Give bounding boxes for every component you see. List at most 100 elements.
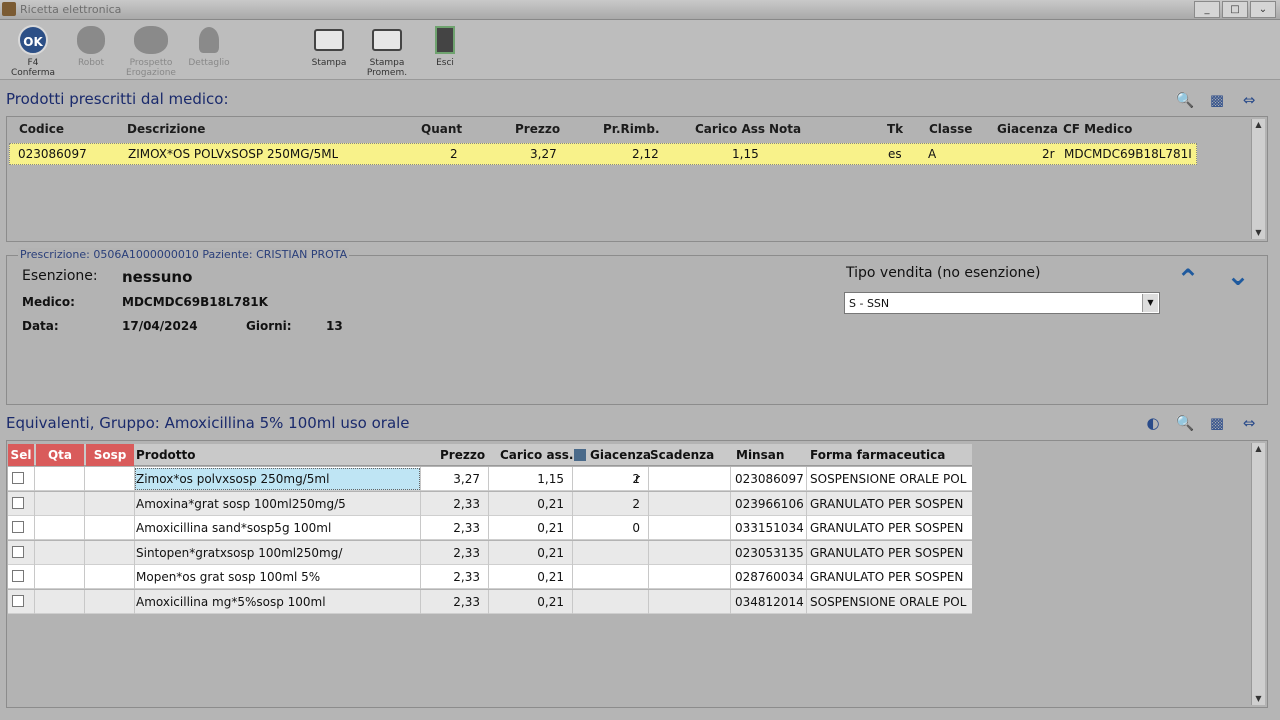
cell-divider: [572, 516, 573, 540]
col-codice[interactable]: Codice: [19, 122, 64, 136]
select-checkbox[interactable]: [12, 472, 24, 484]
cell-divider: [420, 589, 421, 614]
dettaglio-button[interactable]: Dettaglio: [182, 24, 236, 78]
equivalents-header: Sel Qta Sosp Prodotto Prezzo Carico ass.…: [8, 444, 972, 466]
cell-pr-rimb: 2,12: [632, 147, 659, 161]
cell-divider: [134, 565, 135, 589]
cell-divider: [488, 589, 489, 614]
cell-giacenza: 2r: [1042, 147, 1055, 161]
select-checkbox[interactable]: [12, 521, 24, 533]
table-icon: [574, 449, 586, 461]
select-checkbox[interactable]: [12, 496, 24, 509]
equivalent-row[interactable]: Zimox*os polvxsosp 250mg/5ml 3,27 1,15 2 r 02…: [8, 467, 972, 491]
cell-prezzo: 2,33: [453, 545, 480, 560]
scroll-down-icon[interactable]: ▼: [1252, 227, 1265, 239]
dropdown-arrow-icon[interactable]: ▼: [1142, 294, 1158, 312]
cell-prodotto: Amoxina*grat sosp 100ml250mg/5: [136, 496, 346, 511]
dettaglio-label: Dettaglio: [188, 58, 230, 68]
prescribed-row[interactable]: 023086097 ZIMOX*OS POLVxSOSP 250MG/5ML 2…: [9, 143, 1197, 165]
esenzione-value: nessuno: [122, 268, 193, 286]
col-prodotto[interactable]: Prodotto: [136, 448, 196, 462]
equivalent-row[interactable]: Amoxicillina mg*5%sosp 100ml 2,33 0,21 0348…: [8, 589, 972, 614]
export-icon[interactable]: ▩: [1206, 412, 1228, 434]
robot-button[interactable]: Robot: [64, 24, 118, 78]
col-forma[interactable]: Forma farmaceutica: [810, 448, 945, 462]
move-up-icon[interactable]: ⌃: [1168, 260, 1208, 300]
move-down-icon[interactable]: ⌄: [1218, 256, 1258, 296]
cell-divider: [648, 516, 649, 540]
col-minsan[interactable]: Minsan: [736, 448, 784, 462]
pill-icon[interactable]: ◐: [1142, 412, 1164, 434]
stampa-button[interactable]: Stampa: [302, 24, 356, 78]
cell-carico-ass: 0,21: [537, 570, 564, 584]
equivalent-row[interactable]: Sintopen*gratxsosp 100ml250mg/2,33 0,21 02…: [8, 540, 972, 565]
cell-divider: [730, 565, 731, 589]
cell-divider: [648, 467, 649, 491]
col-prezzo[interactable]: Prezzo: [515, 122, 560, 136]
col-carico-ass[interactable]: Carico ass.: [500, 448, 573, 462]
col-carico-ass[interactable]: Carico Ass: [695, 122, 765, 136]
equivalent-row[interactable]: Mopen*os grat sosp 100ml 5% 2,33 0,21 02876…: [8, 565, 972, 589]
prescribed-scrollbar[interactable]: ▲ ▼: [1251, 119, 1265, 239]
cell-divider: [648, 540, 649, 565]
col-quant[interactable]: Quant: [421, 122, 462, 136]
close-button[interactable]: ⌄: [1250, 1, 1276, 18]
cell-divider: [730, 516, 731, 540]
equivalent-row[interactable]: Amoxina*grat sosp 100ml250mg/5 2,33 0,21 2 0…: [8, 491, 972, 516]
columns-icon[interactable]: ⇔: [1238, 412, 1260, 434]
cell-divider: [730, 540, 731, 565]
select-checkbox[interactable]: [12, 570, 24, 582]
cell-prodotto: Amoxicillina sand*sosp5g 100ml: [136, 521, 332, 535]
cell-prodotto: Zimox*os polvxsosp 250mg/5ml: [136, 472, 330, 486]
prospetto-button[interactable]: Prospetto Erogazione: [124, 24, 178, 78]
scroll-up-icon[interactable]: ▲: [1252, 119, 1265, 131]
equivalents-scrollbar[interactable]: ▲ ▼: [1251, 443, 1265, 705]
search-icon[interactable]: 🔍: [1174, 89, 1196, 111]
col-pr-rimb[interactable]: Pr.Rimb.: [603, 122, 660, 136]
export-icon[interactable]: ▩: [1206, 89, 1228, 111]
col-giacenza[interactable]: Giacenza: [997, 122, 1058, 136]
col-scadenza[interactable]: Scadenza: [650, 448, 714, 462]
tipo-vendita-select[interactable]: S - SSN ▼: [844, 292, 1160, 314]
select-checkbox[interactable]: [12, 545, 24, 558]
cell-divider: [806, 565, 807, 589]
search-icon[interactable]: 🔍: [1174, 412, 1196, 434]
col-giacenza[interactable]: Giacenza: [590, 448, 651, 462]
col-nota[interactable]: Nota: [769, 122, 801, 136]
equivalent-row[interactable]: Amoxicillina sand*sosp5g 100ml 2,33 0,21 0 0…: [8, 516, 972, 540]
scroll-down-icon[interactable]: ▼: [1252, 693, 1265, 705]
esci-button[interactable]: Esci: [418, 24, 472, 78]
esci-label: Esci: [436, 58, 454, 68]
col-cf-medico[interactable]: CF Medico: [1063, 122, 1132, 136]
col-sel[interactable]: Sel: [8, 444, 34, 466]
minimize-button[interactable]: _: [1194, 1, 1220, 18]
ok-icon: OK: [18, 25, 48, 55]
col-qta[interactable]: Qta: [36, 444, 84, 466]
conferma-button[interactable]: OK F4 Conferma: [6, 24, 60, 78]
col-sosp[interactable]: Sosp: [86, 444, 134, 466]
cell-divider: [488, 540, 489, 565]
maximize-button[interactable]: □: [1222, 1, 1248, 18]
columns-icon[interactable]: ⇔: [1238, 89, 1260, 111]
window-title: Ricetta elettronica: [20, 3, 122, 16]
robot-icon: [77, 26, 105, 54]
scroll-up-icon[interactable]: ▲: [1252, 443, 1265, 455]
select-checkbox[interactable]: [12, 594, 24, 607]
cell-divider: [648, 565, 649, 589]
cell-minsan: 033151034: [735, 521, 804, 535]
col-prezzo[interactable]: Prezzo: [440, 448, 485, 462]
cell-divider: [488, 491, 489, 516]
cell-divider: [572, 589, 573, 614]
col-tk[interactable]: Tk: [887, 122, 903, 136]
cell-descrizione: ZIMOX*OS POLVxSOSP 250MG/5ML: [128, 147, 339, 161]
prospetto-label: Prospetto Erogazione: [126, 58, 176, 78]
cell-divider: [134, 467, 135, 491]
prescribed-panel: Codice Descrizione Quant Prezzo Pr.Rimb.…: [6, 116, 1268, 242]
col-classe[interactable]: Classe: [929, 122, 972, 136]
stampa-promem-label: Stampa Promem.: [366, 58, 408, 78]
prescription-legend: Prescrizione: 0506A1000000010 Paziente: …: [18, 248, 350, 261]
col-descrizione[interactable]: Descrizione: [127, 122, 205, 136]
stampa-promem-button[interactable]: Stampa Promem.: [360, 24, 414, 78]
equivalents-tools: ◐ 🔍 ▩ ⇔: [1142, 412, 1260, 434]
cell-carico-ass: 1,15: [537, 472, 564, 486]
